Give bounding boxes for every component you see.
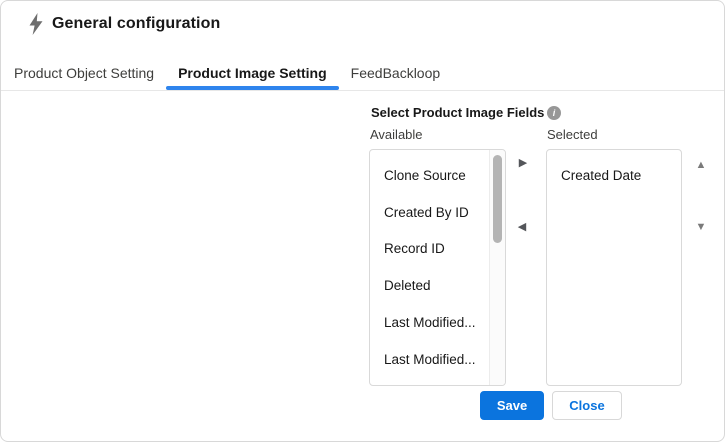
available-label: Available	[370, 127, 423, 142]
selected-list: Created Date	[547, 150, 681, 194]
list-item[interactable]: Last Modified...	[370, 304, 505, 341]
list-item[interactable]: Created Date	[547, 157, 681, 194]
scrollbar-thumb[interactable]	[493, 155, 502, 243]
tab-label: FeedBackloop	[350, 65, 441, 81]
page-header: General configuration	[28, 13, 220, 35]
move-down-icon[interactable]: ▼	[693, 219, 709, 235]
active-tab-underline	[166, 86, 339, 90]
info-icon[interactable]: i	[547, 106, 561, 120]
available-list: Clone Source Created By ID Record ID Del…	[370, 150, 505, 378]
available-listbox[interactable]: Clone Source Created By ID Record ID Del…	[369, 149, 506, 386]
close-button[interactable]: Close	[552, 391, 622, 420]
selected-label: Selected	[547, 127, 598, 142]
move-up-icon[interactable]: ▲	[693, 157, 709, 173]
tab-product-object-setting[interactable]: Product Object Setting	[2, 56, 166, 90]
general-configuration-card: General configuration Product Object Set…	[0, 0, 725, 442]
list-item[interactable]: Clone Source	[370, 157, 505, 194]
tab-feedbackloop[interactable]: FeedBackloop	[339, 56, 453, 90]
move-right-icon[interactable]: ▶	[515, 155, 531, 171]
list-item[interactable]: Record ID	[370, 231, 505, 268]
list-item[interactable]: Deleted	[370, 267, 505, 304]
save-button[interactable]: Save	[480, 391, 544, 420]
list-item[interactable]: Last Modified...	[370, 341, 505, 378]
tab-product-image-setting[interactable]: Product Image Setting	[166, 56, 339, 90]
lightning-icon	[29, 13, 43, 35]
tab-bar: Product Object Setting Product Image Set…	[1, 56, 724, 91]
tab-label: Product Object Setting	[14, 65, 155, 81]
selected-listbox[interactable]: Created Date	[546, 149, 682, 386]
move-left-icon[interactable]: ◀	[514, 219, 530, 235]
tab-label: Product Image Setting	[178, 65, 327, 81]
list-item[interactable]: Created By ID	[370, 194, 505, 231]
page-title: General configuration	[52, 15, 221, 32]
scrollbar-track[interactable]	[489, 150, 505, 385]
section-label: Select Product Image Fields	[371, 105, 545, 120]
